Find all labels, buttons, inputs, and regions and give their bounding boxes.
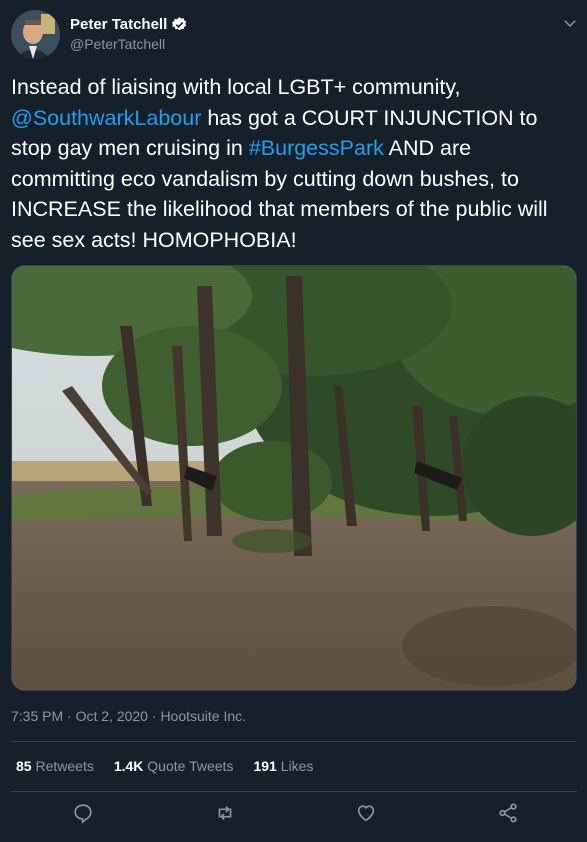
hashtag-link[interactable]: #BurgessPark	[249, 136, 384, 160]
likes-label: Likes	[280, 758, 314, 774]
like-icon[interactable]	[355, 802, 377, 824]
divider	[11, 741, 577, 742]
chevron-down-icon[interactable]	[561, 14, 579, 32]
tweet-photo[interactable]	[11, 265, 577, 691]
avatar[interactable]	[11, 10, 60, 59]
retweets-stat[interactable]: 85 Retweets	[16, 758, 94, 774]
tweet-time[interactable]: 7:35 PM	[11, 708, 63, 724]
tweet-stats: 85 Retweets 1.4K Quote Tweets 191 Likes	[16, 758, 313, 774]
mention-link[interactable]: @SouthwarkLabour	[11, 106, 201, 130]
tweet-actions	[0, 802, 587, 832]
tweet-text-part: Instead of liaising with local LGBT+ com…	[11, 75, 461, 99]
likes-count: 191	[253, 758, 277, 774]
tweet-date[interactable]: Oct 2, 2020	[76, 708, 148, 724]
verified-badge-icon	[172, 17, 187, 31]
retweets-count: 85	[16, 758, 32, 774]
reply-icon[interactable]	[72, 802, 94, 824]
retweets-label: Retweets	[35, 758, 94, 774]
tweet-text: Instead of liaising with local LGBT+ com…	[11, 72, 577, 255]
display-name[interactable]: Peter Tatchell	[70, 16, 167, 33]
tweet-source[interactable]: Hootsuite Inc.	[160, 708, 246, 724]
quote-tweets-count: 1.4K	[113, 758, 144, 774]
retweet-icon[interactable]	[214, 802, 236, 824]
meta-separator: ·	[67, 708, 72, 724]
share-icon[interactable]	[497, 802, 519, 824]
quote-tweets-stat[interactable]: 1.4K Quote Tweets	[114, 758, 234, 774]
meta-separator: ·	[151, 708, 157, 724]
tweet-header: Peter Tatchell @PeterTatchell	[11, 10, 577, 62]
divider	[11, 791, 577, 792]
likes-stat[interactable]: 191 Likes	[253, 758, 313, 774]
user-handle[interactable]: @PeterTatchell	[70, 36, 188, 52]
quote-tweets-label: Quote Tweets	[147, 758, 234, 774]
tweet-meta: 7:35 PM · Oct 2, 2020 · Hootsuite Inc.	[11, 708, 246, 724]
